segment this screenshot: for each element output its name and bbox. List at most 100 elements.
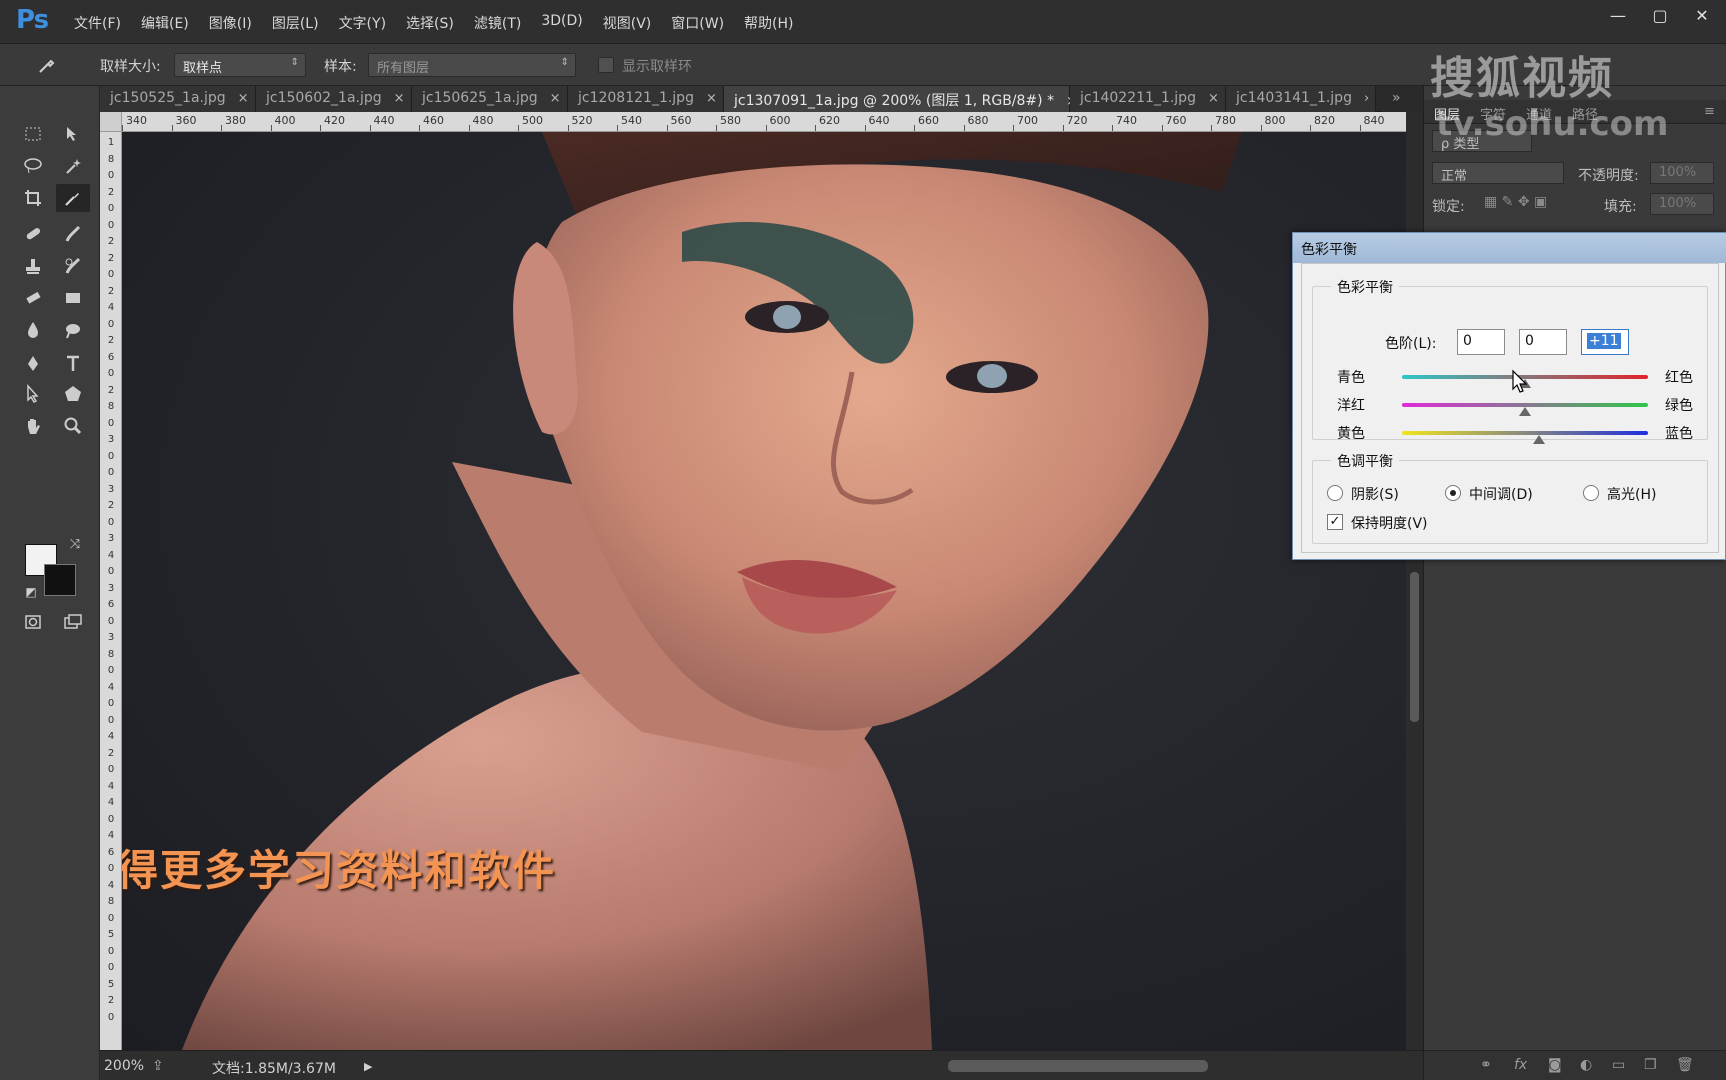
close-tab-icon[interactable]: ×	[1208, 91, 1219, 106]
dialog-title[interactable]: 色彩平衡	[1293, 233, 1726, 263]
menu-select[interactable]: 选择(S)	[398, 11, 462, 35]
close-tab-icon[interactable]: ×	[394, 91, 405, 106]
eraser-tool-icon[interactable]	[16, 284, 50, 312]
document-canvas[interactable]: 得更多学习资料和软件	[122, 132, 1406, 1050]
fill-input[interactable]: 100%	[1650, 193, 1714, 215]
ruler-label: 700	[1017, 114, 1038, 127]
healing-brush-tool-icon[interactable]	[16, 220, 50, 248]
tab-overflow-icon[interactable]: »	[1382, 86, 1423, 112]
document-tab[interactable]: jc1402211_1.jpg ×	[1070, 86, 1226, 112]
close-tab-icon[interactable]: ×	[238, 91, 249, 106]
level-yellow-blue-input[interactable]: +11	[1581, 329, 1629, 355]
highlights-radio[interactable]	[1583, 485, 1599, 501]
tab-label: jc1402211_1.jpg	[1080, 90, 1196, 106]
horizontal-scrollbar[interactable]	[528, 1060, 1498, 1072]
menu-layer[interactable]: 图层(L)	[264, 11, 327, 35]
zoom-tool-icon[interactable]	[56, 412, 90, 440]
maximize-button[interactable]: ▢	[1646, 4, 1674, 26]
type-tool-icon[interactable]	[56, 350, 90, 378]
fx-icon[interactable]: fx	[1514, 1057, 1527, 1073]
lasso-tool-icon[interactable]	[16, 152, 50, 180]
crop-tool-icon[interactable]	[16, 184, 50, 212]
vertical-scrollbar-thumb[interactable]	[1410, 572, 1419, 722]
ruler-label: 2	[107, 995, 115, 1006]
document-tab[interactable]: jc150602_1a.jpg ×	[256, 86, 412, 112]
eyedropper-tool-icon[interactable]	[56, 184, 90, 212]
menu-type[interactable]: 文字(Y)	[331, 11, 394, 35]
menu-3d[interactable]: 3D(D)	[533, 11, 590, 35]
level-cyan-red-input[interactable]: 0	[1457, 329, 1505, 355]
blend-mode-select[interactable]: 正常	[1432, 162, 1564, 184]
history-brush-tool-icon[interactable]	[56, 252, 90, 280]
dodge-tool-icon[interactable]	[56, 316, 90, 344]
move-tool-icon[interactable]	[56, 120, 90, 148]
yellow-blue-slider-thumb[interactable]	[1532, 435, 1545, 444]
menu-file[interactable]: 文件(F)	[66, 11, 129, 35]
swap-colors-icon[interactable]: ⤨	[58, 530, 92, 558]
vertical-ruler: 1 8 0 2 0 0 2 2 0 2 4 0 2 6 0 2 8 0 3 0 0 3 2 0 3 4 0 3 6 0 3 8 0 4 0 0 4 2 0 4…	[100, 132, 122, 1050]
ruler-origin[interactable]	[100, 112, 122, 132]
gradient-tool-icon[interactable]	[56, 284, 90, 312]
horizontal-scrollbar-thumb[interactable]	[948, 1060, 1208, 1072]
clone-stamp-tool-icon[interactable]	[16, 252, 50, 280]
levels-label: 色阶(L):	[1385, 336, 1437, 352]
new-layer-icon[interactable]: ❐	[1644, 1057, 1657, 1073]
opacity-input[interactable]: 100%	[1650, 162, 1714, 184]
adjustment-icon[interactable]: ◐	[1580, 1057, 1592, 1073]
link-icon[interactable]: ⚭	[1480, 1057, 1492, 1073]
blur-tool-icon[interactable]	[16, 316, 50, 344]
folder-icon[interactable]: ▭	[1612, 1057, 1625, 1073]
show-ring-checkbox[interactable]	[598, 57, 614, 73]
preserve-luminosity-checkbox[interactable]: ✓	[1327, 514, 1343, 530]
hand-tool-icon[interactable]	[16, 412, 50, 440]
sample-size-select[interactable]: 取样点 ⇕	[174, 53, 306, 77]
close-button[interactable]: ✕	[1688, 4, 1716, 26]
ruler-label: 0	[107, 945, 115, 957]
path-selection-tool-icon[interactable]	[16, 380, 50, 408]
tab-scroll-icon[interactable]: ›	[1364, 91, 1369, 106]
document-tab-active[interactable]: jc1307091_1a.jpg @ 200% (图层 1, RGB/8#) *…	[724, 86, 1077, 112]
status-menu-arrow-icon[interactable]: ▶	[364, 1060, 372, 1073]
yellow-blue-slider-track[interactable]	[1402, 431, 1648, 435]
minimize-button[interactable]: —	[1604, 4, 1632, 26]
trash-icon[interactable]: 🗑	[1676, 1057, 1694, 1073]
ruler-label: 8	[107, 153, 115, 165]
document-tab[interactable]: jc150525_1a.jpg ×	[100, 86, 256, 112]
pen-tool-icon[interactable]	[16, 350, 50, 378]
menu-help[interactable]: 帮助(H)	[736, 11, 801, 35]
share-icon[interactable]: ⇪	[152, 1058, 164, 1074]
level-magenta-green-input[interactable]: 0	[1519, 329, 1567, 355]
zoom-level[interactable]: 200%	[104, 1058, 144, 1074]
marquee-tool-icon[interactable]	[16, 120, 50, 148]
document-tab[interactable]: jc1208121_1.jpg ×	[568, 86, 724, 112]
magenta-green-slider-thumb[interactable]	[1519, 407, 1531, 416]
menu-view[interactable]: 视图(V)	[595, 11, 660, 35]
mask-icon[interactable]: ◙	[1548, 1057, 1562, 1073]
shape-tool-icon[interactable]	[56, 380, 90, 408]
sample-select[interactable]: 所有图层 ⇕	[368, 53, 576, 77]
panel-menu-icon[interactable]: ≡	[1704, 104, 1715, 119]
eyedropper-icon[interactable]	[30, 51, 64, 79]
menu-window[interactable]: 窗口(W)	[663, 11, 732, 35]
quick-mask-icon[interactable]	[16, 608, 50, 636]
midtones-radio[interactable]	[1445, 485, 1461, 501]
ruler-label: 780	[1215, 114, 1236, 127]
document-tab[interactable]: jc1403141_1.jpg ›	[1226, 86, 1376, 112]
menu-filter[interactable]: 滤镜(T)	[466, 11, 529, 35]
close-tab-icon[interactable]: ×	[706, 91, 717, 106]
close-tab-icon[interactable]: ×	[550, 91, 561, 106]
menu-image[interactable]: 图像(I)	[201, 11, 260, 35]
background-color-swatch[interactable]	[44, 564, 76, 596]
default-colors-icon[interactable]: ◩	[14, 578, 48, 606]
magic-wand-tool-icon[interactable]	[56, 152, 90, 180]
screen-mode-icon[interactable]	[56, 608, 90, 636]
document-tab[interactable]: jc150625_1a.jpg ×	[412, 86, 568, 112]
lock-icons[interactable]: ▦ ✎ ✥ ▣	[1484, 194, 1547, 210]
tab-label: jc1307091_1a.jpg @ 200% (图层 1, RGB/8#) *	[734, 93, 1055, 109]
brush-tool-icon[interactable]	[56, 220, 90, 248]
shadows-radio[interactable]	[1327, 485, 1343, 501]
slider-magenta-label: 洋红	[1337, 398, 1365, 414]
menu-edit[interactable]: 编辑(E)	[133, 11, 197, 35]
ruler-tick	[1161, 125, 1163, 131]
ruler-label: 660	[918, 114, 939, 127]
